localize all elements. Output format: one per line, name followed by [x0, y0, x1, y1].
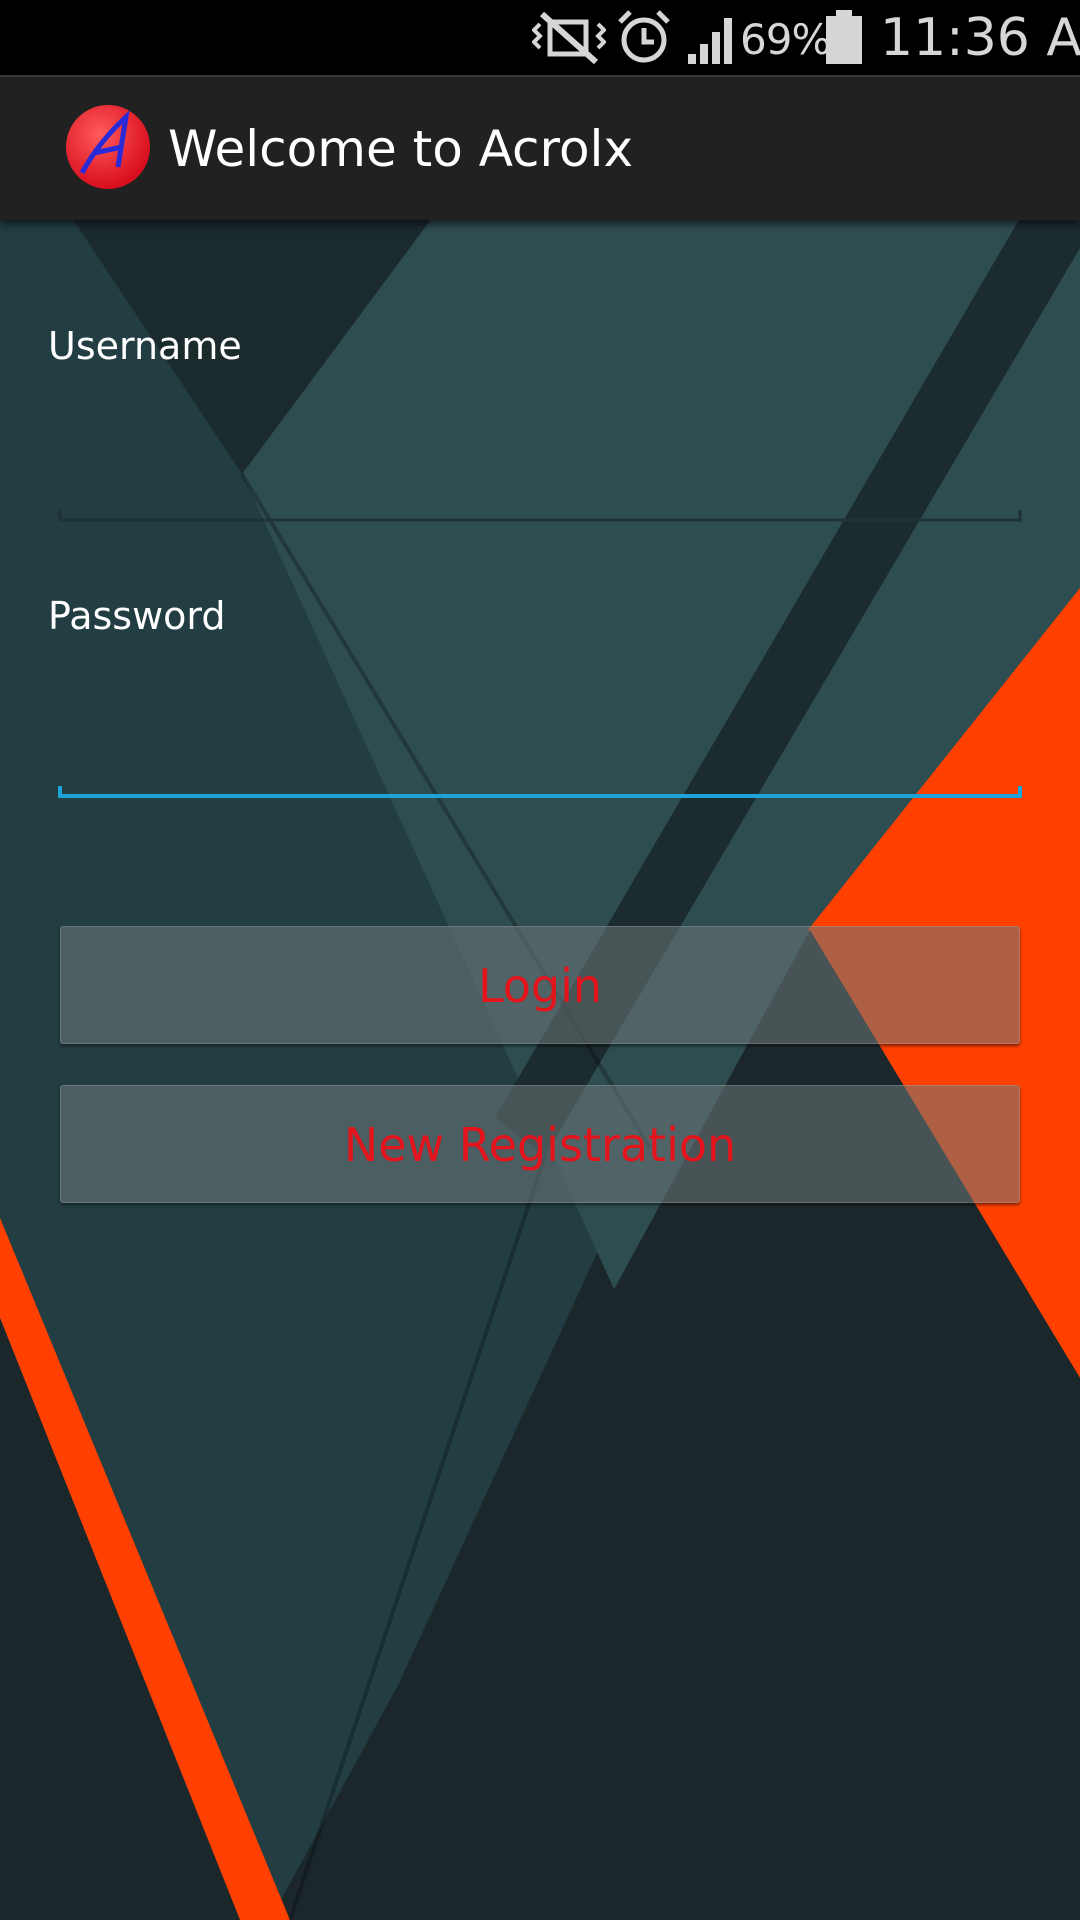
password-underline: [58, 786, 1022, 798]
vibrate-mute-icon: [532, 11, 606, 65]
password-input[interactable]: [60, 678, 1024, 790]
username-label: Username: [48, 324, 242, 368]
alarm-icon: [618, 10, 670, 63]
app-title: Welcome to Acrolx: [168, 120, 634, 178]
password-label: Password: [48, 594, 226, 638]
signal-icon: [688, 18, 732, 64]
battery-percent: 69%: [740, 15, 831, 64]
acrolx-logo-icon: [66, 105, 150, 189]
status-bar: 69% 11:36 AM: [0, 0, 1080, 75]
clock: 11:36 AM: [880, 8, 1080, 68]
username-input[interactable]: [60, 404, 1024, 516]
username-underline: [58, 510, 1022, 522]
battery-icon: [826, 10, 862, 64]
login-button[interactable]: Login: [60, 926, 1020, 1044]
new-registration-button[interactable]: New Registration: [60, 1085, 1020, 1203]
login-screen: 69% 11:36 AM Welcome to Acrolx Username …: [0, 0, 1080, 1920]
action-bar: Welcome to Acrolx: [0, 75, 1080, 220]
